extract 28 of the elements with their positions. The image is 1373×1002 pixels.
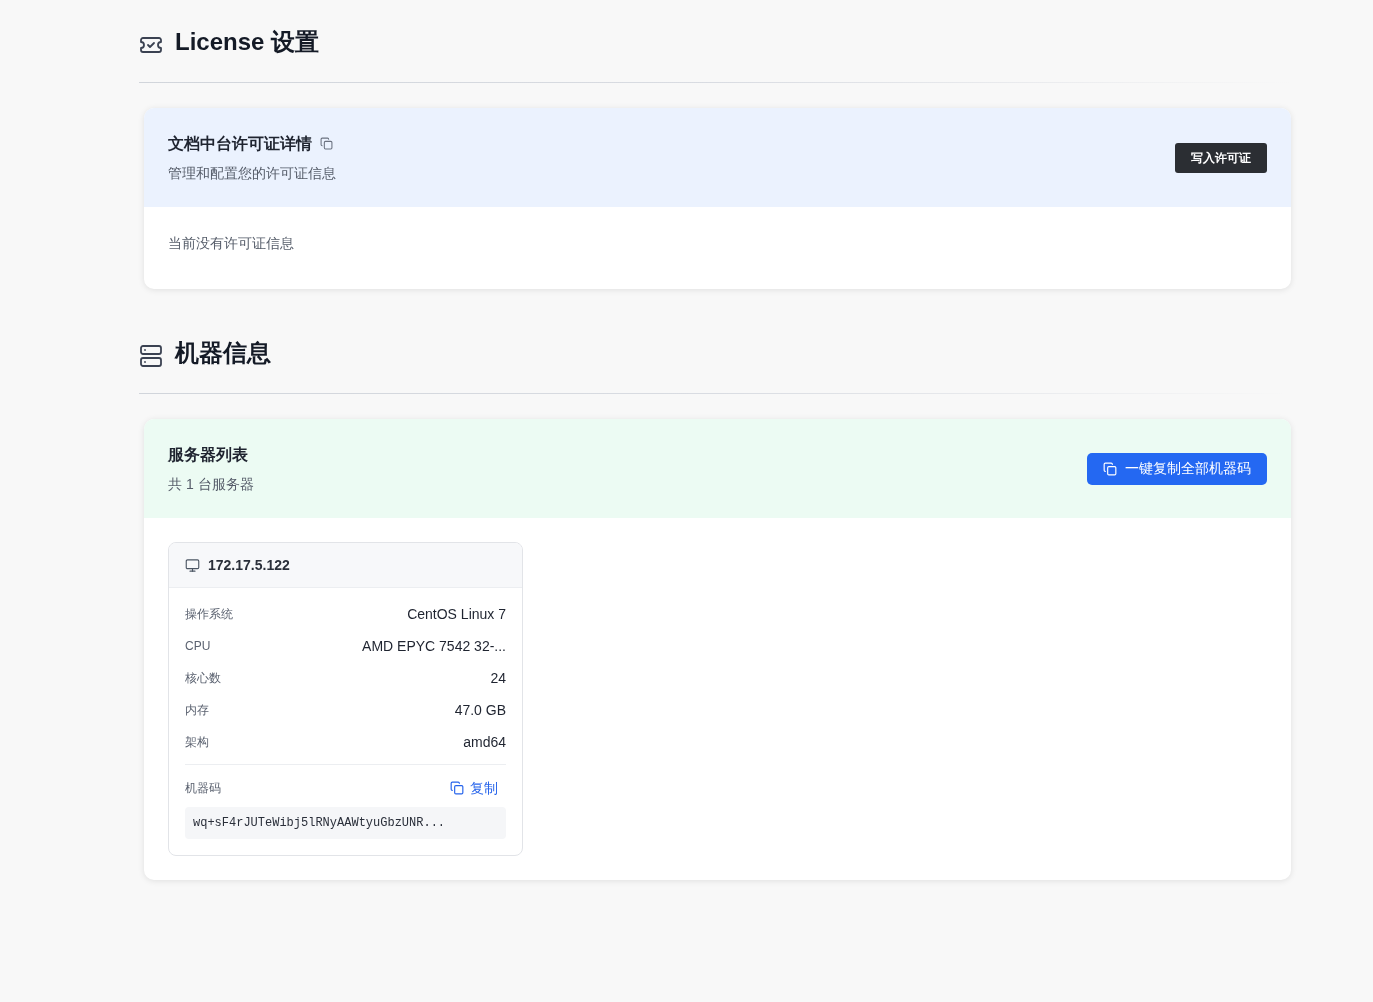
- section-title: License 设置: [175, 27, 320, 57]
- field-label: 架构: [185, 734, 209, 751]
- field-label: 机器码: [185, 780, 221, 797]
- server-icon: [139, 344, 163, 368]
- section-title: 机器信息: [175, 338, 271, 368]
- copy-link[interactable]: 复制: [450, 777, 506, 799]
- field-value: amd64: [463, 732, 506, 752]
- card-title: 文档中台许可证详情: [168, 133, 312, 154]
- field-value: CentOS Linux 7: [407, 604, 506, 624]
- field-label: 操作系统: [185, 606, 233, 623]
- field-label: 内存: [185, 702, 209, 719]
- copy-icon[interactable]: [320, 137, 333, 150]
- card-subtitle: 管理和配置您的许可证信息: [168, 163, 336, 183]
- field-value: 24: [490, 668, 506, 688]
- card-title: 服务器列表: [168, 444, 249, 465]
- field-label: 核心数: [185, 670, 221, 687]
- copy-icon: [1103, 461, 1117, 476]
- card-subtitle: 共 1 台服务器: [168, 474, 254, 494]
- copy-icon: [450, 781, 464, 795]
- write-license-button[interactable]: 写入许可证: [1175, 142, 1267, 173]
- copy-all-button[interactable]: 一键复制全部机器码: [1087, 452, 1267, 485]
- field-value: 47.0 GB: [454, 700, 506, 720]
- empty-message: 当前没有许可证信息: [168, 235, 294, 251]
- server-ip: 172.17.5.122: [208, 555, 290, 575]
- monitor-icon: [185, 557, 200, 573]
- machine-code-box: wq+sF4rJUTeWibj5lRNyAAWtyuGbzUNR...: [185, 807, 506, 839]
- field-value: AMD EPYC 7542 32-...: [362, 636, 506, 656]
- field-label: CPU: [185, 638, 211, 655]
